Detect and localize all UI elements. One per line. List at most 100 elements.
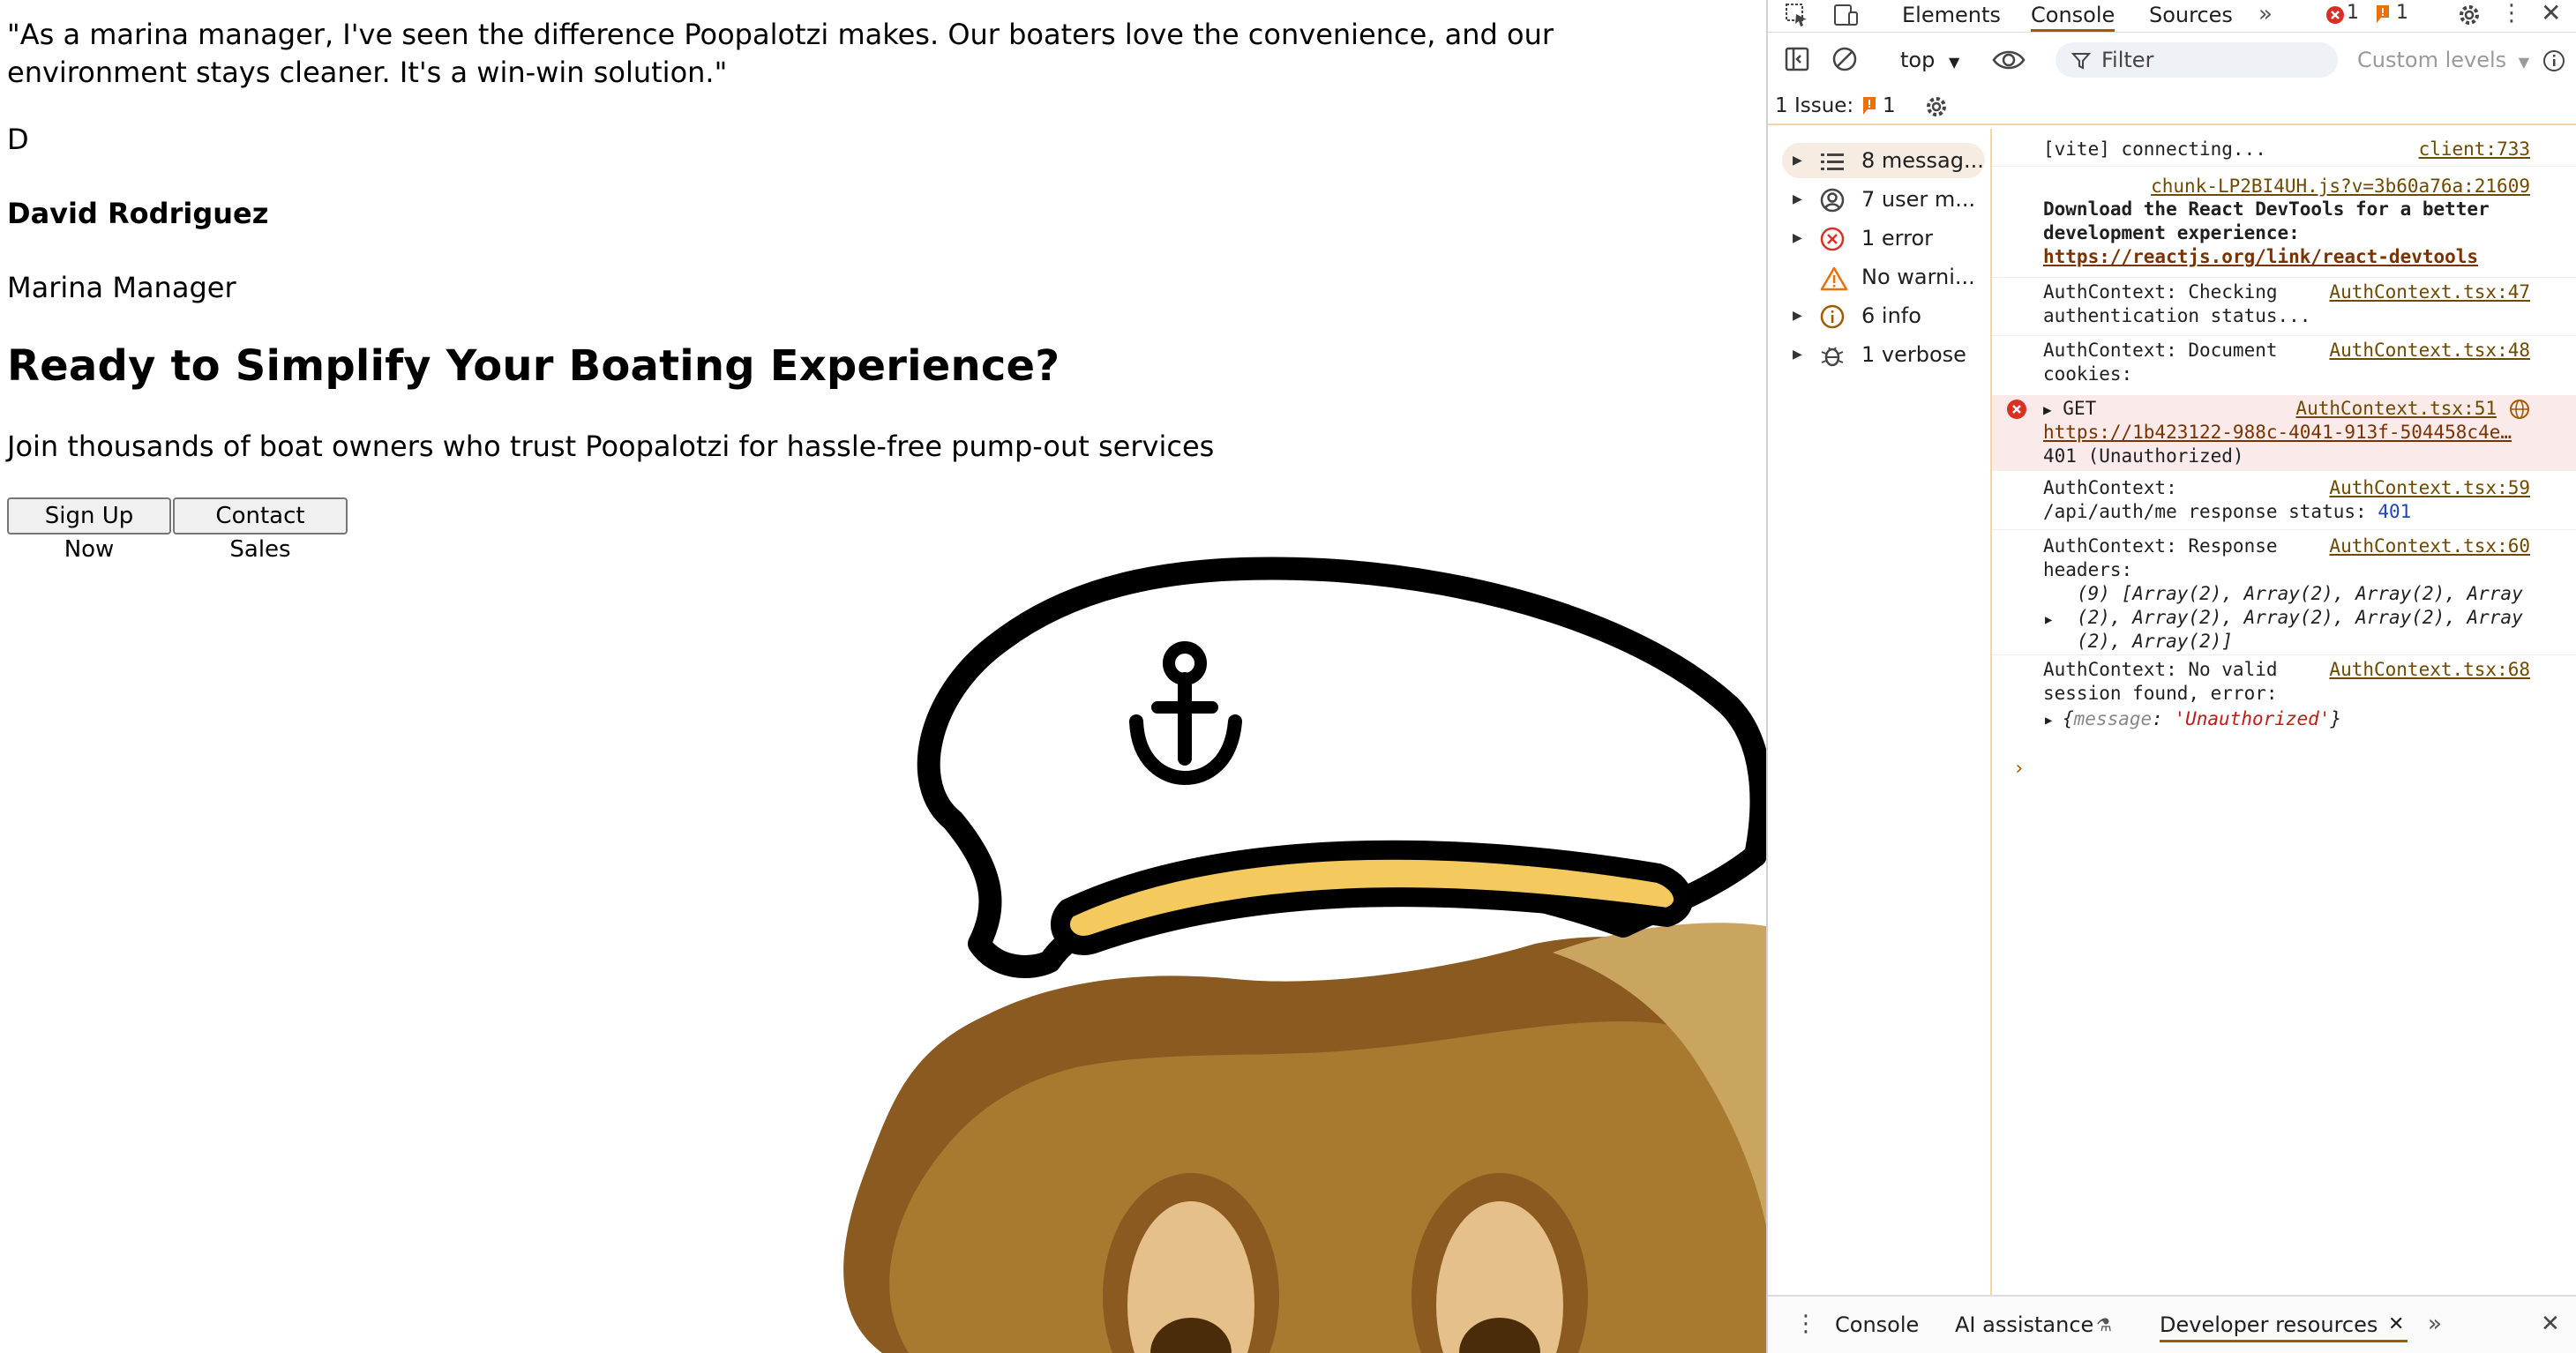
expand-caret-icon[interactable]: ▶ bbox=[2045, 609, 2052, 632]
sidebar-item-label: 7 user m... bbox=[1861, 187, 1976, 212]
chevron-down-icon: ▼ bbox=[1948, 54, 1960, 71]
close-tab-icon[interactable]: ✕ bbox=[2388, 1307, 2404, 1342]
sidebar-item-messages[interactable]: ▶ 8 messag... bbox=[1782, 143, 1985, 178]
issues-count: 1 bbox=[1883, 94, 1896, 117]
console-toolbar: top ▼ Filter Custom levels ▼ bbox=[1768, 42, 2576, 78]
expand-request-toggle[interactable]: ▶ GET bbox=[2043, 397, 2096, 422]
more-tabs-icon[interactable]: » bbox=[2428, 1307, 2442, 1341]
console-prompt-icon[interactable]: › bbox=[2013, 757, 2025, 781]
sidebar-item-label: 1 verbose bbox=[1861, 342, 1966, 367]
log-message: AuthContext: Document bbox=[2043, 340, 2278, 361]
log-source-link[interactable]: chunk-LP2BI4UH.js?v=3b60a76a:21609 bbox=[2151, 175, 2530, 198]
author-role: Marina Manager bbox=[7, 271, 236, 304]
warning-badge-icon[interactable] bbox=[2375, 4, 2393, 25]
log-message: Download the React DevTools for a better bbox=[2043, 198, 2490, 220]
log-source-link[interactable]: AuthContext.tsx:47 bbox=[2329, 280, 2530, 304]
issue-icon[interactable] bbox=[1861, 95, 1879, 116]
drawer-tab-console[interactable]: Console bbox=[1835, 1307, 1919, 1342]
request-status: 401 (Unauthorized) bbox=[2043, 445, 2244, 467]
tab-console[interactable]: Console bbox=[2031, 0, 2115, 32]
sidebar-item-label: 1 error bbox=[1861, 226, 1933, 250]
request-method: GET bbox=[2063, 398, 2097, 419]
avatar: D bbox=[7, 123, 29, 156]
close-drawer-icon[interactable]: ✕ bbox=[2541, 1307, 2560, 1341]
list-icon bbox=[1819, 149, 1846, 184]
sidebar-item-user-messages[interactable]: ▶ 7 user m... bbox=[1782, 182, 1985, 217]
log-source-link[interactable]: AuthContext.tsx:59 bbox=[2329, 476, 2530, 500]
headers-array[interactable]: (2), Array(2)] bbox=[2077, 630, 2233, 654]
error-count: 1 bbox=[2347, 2, 2359, 24]
log-divider bbox=[1992, 529, 2576, 530]
context-selector[interactable]: top ▼ bbox=[1900, 42, 1959, 80]
sidebar-item-errors[interactable]: ▶ 1 error bbox=[1782, 221, 1985, 256]
inspect-element-icon[interactable] bbox=[1784, 2, 1810, 28]
drawer-tab-label: Developer resources bbox=[2160, 1312, 2378, 1337]
drawer-menu-icon[interactable]: ⋮ bbox=[1794, 1307, 1817, 1341]
flask-icon: ⚗ bbox=[2096, 1314, 2112, 1335]
filter-input[interactable]: Filter bbox=[2056, 42, 2338, 78]
headers-array[interactable]: (2), Array(2), Array(2), Array(2), Array bbox=[2077, 606, 2523, 630]
log-source-link[interactable]: AuthContext.tsx:68 bbox=[2329, 658, 2530, 682]
sign-up-button[interactable]: Sign Up Now bbox=[7, 497, 171, 563]
log-source-link[interactable]: client:733 bbox=[2419, 138, 2530, 161]
log-message: AuthContext: Checking bbox=[2043, 281, 2278, 303]
bug-icon bbox=[1819, 343, 1846, 380]
sidebar-item-warnings[interactable]: No warni... bbox=[1782, 259, 1985, 295]
expand-caret-icon: ▶ bbox=[1793, 309, 1802, 323]
drawer-tab-bar: ⋮ Console AI assistance ⚗ Developer reso… bbox=[1768, 1295, 2576, 1353]
author-name: David Rodriguez bbox=[7, 197, 269, 230]
log-levels-dropdown[interactable]: Custom levels ▼ bbox=[2357, 42, 2529, 80]
error-object[interactable]: {message: 'Unauthorized'} bbox=[2063, 707, 2341, 731]
poop-captain-mascot-image bbox=[843, 557, 1766, 1353]
log-auth-no-session: AuthContext: No valid session found, err… bbox=[1992, 658, 2576, 737]
device-toolbar-icon[interactable] bbox=[1831, 2, 1860, 28]
issues-bar: 1 Issue: 1 bbox=[1768, 88, 2576, 125]
request-url-link[interactable]: https://1b423122-988c-4041-913f-504458c4… bbox=[2043, 421, 2512, 445]
expand-caret-icon: ▶ bbox=[1793, 192, 1802, 206]
drawer-tab-ai-assistance[interactable]: AI assistance bbox=[1955, 1307, 2093, 1342]
log-message: development experience: bbox=[2043, 222, 2300, 243]
log-source-link[interactable]: AuthContext.tsx:60 bbox=[2329, 534, 2530, 558]
more-options-icon[interactable]: ⋮ bbox=[2500, 0, 2523, 26]
close-devtools-icon[interactable]: ✕ bbox=[2541, 0, 2561, 26]
log-source-link[interactable]: AuthContext.tsx:51 bbox=[2295, 397, 2497, 421]
error-badge-icon[interactable] bbox=[2325, 5, 2345, 25]
issues-settings-icon[interactable] bbox=[1923, 93, 1950, 120]
drawer-tab-developer-resources[interactable]: Developer resources ✕ bbox=[2160, 1307, 2408, 1342]
live-expression-eye-icon[interactable] bbox=[1992, 48, 2026, 72]
sidebar-item-label: No warni... bbox=[1861, 265, 1975, 289]
settings-icon[interactable] bbox=[2456, 2, 2482, 28]
sidebar-toggle-icon[interactable] bbox=[1784, 46, 1810, 72]
log-message: cookies: bbox=[2043, 363, 2133, 385]
globe-icon[interactable] bbox=[2509, 399, 2530, 420]
log-auth-status: AuthContext: /api/auth/me response statu… bbox=[1992, 476, 2576, 526]
tab-sources[interactable]: Sources bbox=[2149, 0, 2233, 32]
log-message: AuthContext: Response bbox=[2043, 535, 2278, 557]
sidebar-item-label: 8 messag... bbox=[1861, 148, 1984, 173]
log-source-link[interactable]: AuthContext.tsx:48 bbox=[2329, 339, 2530, 363]
sidebar-item-verbose[interactable]: ▶ 1 verbose bbox=[1782, 337, 1985, 372]
console-output: [vite] connecting... client:733 chunk-LP… bbox=[1992, 129, 2576, 1297]
log-levels-label: Custom levels bbox=[2357, 48, 2507, 72]
object-brace: { bbox=[2063, 708, 2074, 729]
react-devtools-link[interactable]: https://reactjs.org/link/react-devtools bbox=[2043, 245, 2478, 269]
object-brace: } bbox=[2330, 708, 2342, 729]
filter-icon bbox=[2071, 51, 2091, 71]
log-react-devtools: chunk-LP2BI4UH.js?v=3b60a76a:21609 Downl… bbox=[1992, 175, 2576, 273]
status-value: 401 bbox=[2378, 501, 2412, 522]
info-icon[interactable] bbox=[2542, 49, 2565, 72]
log-auth-checking: AuthContext: Checking authentication sta… bbox=[1992, 280, 2576, 330]
headers-array[interactable]: (9) [Array(2), Array(2), Array(2), Array bbox=[2077, 582, 2523, 606]
tab-elements[interactable]: Elements bbox=[1902, 0, 2001, 32]
object-key: message bbox=[2073, 708, 2153, 729]
contact-sales-button[interactable]: Contact Sales bbox=[173, 497, 348, 563]
user-icon bbox=[1819, 188, 1846, 225]
log-auth-headers: AuthContext: Response headers: AuthConte… bbox=[1992, 534, 2576, 652]
sidebar-item-info[interactable]: ▶ 6 info bbox=[1782, 298, 1985, 333]
issues-label: 1 Issue: bbox=[1775, 94, 1854, 117]
sidebar-item-label: 6 info bbox=[1861, 303, 1921, 328]
expand-caret-icon[interactable]: ▶ bbox=[2045, 709, 2052, 733]
more-tabs-icon[interactable]: » bbox=[2258, 0, 2273, 28]
clear-console-icon[interactable] bbox=[1831, 46, 1858, 72]
error-icon bbox=[1819, 227, 1846, 264]
